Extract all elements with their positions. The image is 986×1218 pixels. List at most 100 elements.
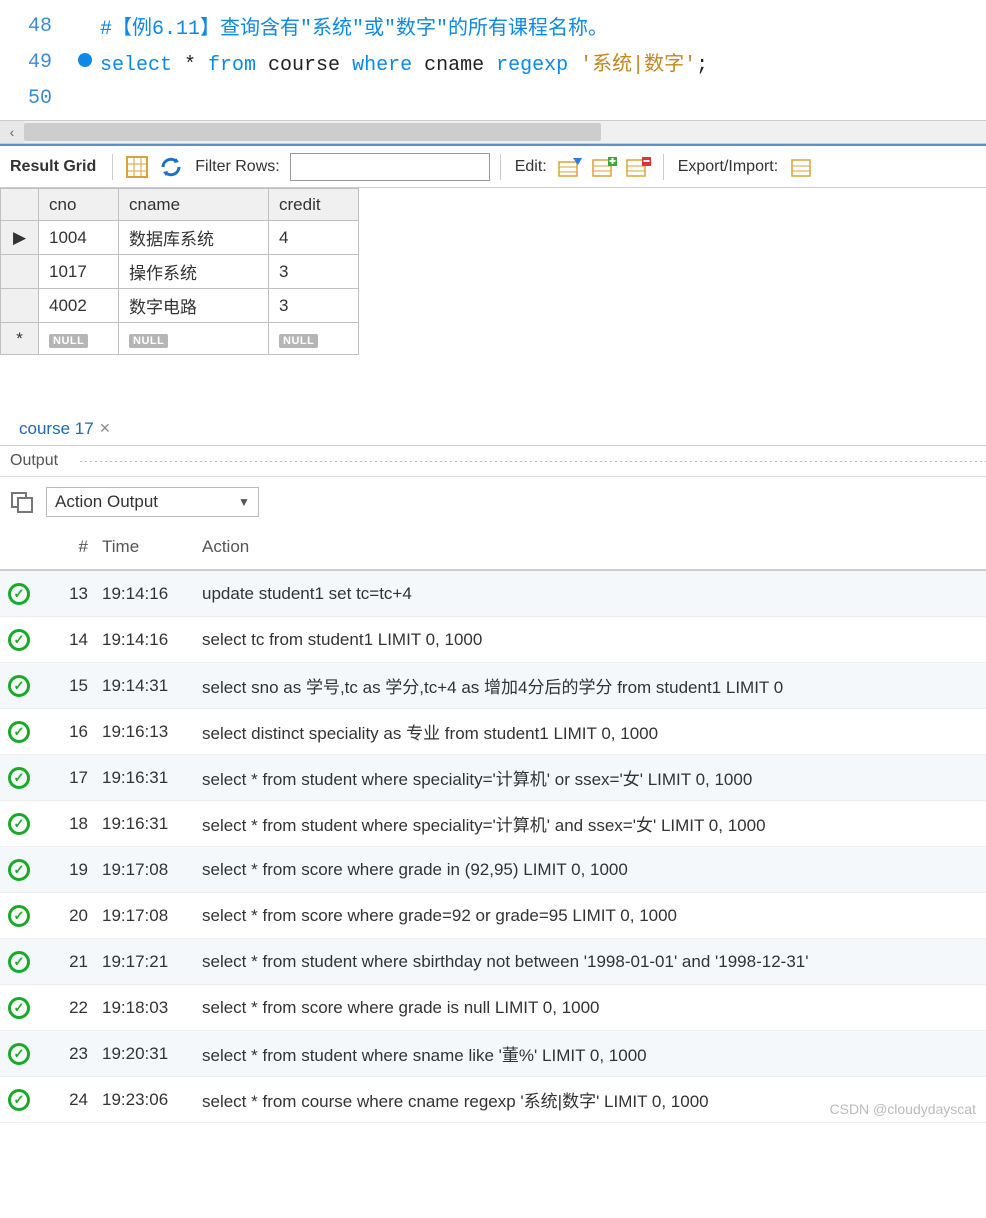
grid-view-icon[interactable] — [123, 154, 151, 180]
output-num: 20 — [38, 906, 102, 926]
output-num: 17 — [38, 768, 102, 788]
output-num: 19 — [38, 860, 102, 880]
output-time: 19:17:21 — [102, 952, 202, 972]
output-num: 14 — [38, 630, 102, 650]
code-line[interactable]: 48 #【例6.11】查询含有"系统"或"数字"的所有课程名称。 — [0, 8, 986, 44]
output-time: 19:16:31 — [102, 814, 202, 834]
dropdown-label: Action Output — [55, 492, 158, 512]
row-handle-header — [1, 189, 39, 221]
filter-rows-input[interactable] — [290, 153, 490, 181]
result-tabs: course 17 × — [0, 407, 986, 446]
code-line[interactable]: 49select * from course where cname regex… — [0, 44, 986, 80]
output-header-cell: # — [38, 537, 102, 557]
code-content[interactable]: select * from course where cname regexp … — [100, 47, 986, 77]
chevron-down-icon: ▼ — [238, 495, 250, 509]
output-action: select * from student where sbirthday no… — [202, 952, 986, 972]
row-handle[interactable] — [1, 289, 39, 323]
sql-editor[interactable]: 48 #【例6.11】查询含有"系统"或"数字"的所有课程名称。49select … — [0, 0, 986, 120]
output-action: select * from score where grade=92 or gr… — [202, 906, 986, 926]
cell[interactable]: 1004 — [39, 221, 119, 255]
edit-row-icon[interactable] — [557, 154, 585, 180]
output-time: 19:23:06 — [102, 1090, 202, 1110]
status-ok-icon: ✓ — [8, 1043, 30, 1065]
cell[interactable]: 3 — [269, 255, 359, 289]
line-number: 48 — [0, 15, 70, 38]
column-header[interactable]: cno — [39, 189, 119, 221]
null-cell[interactable]: NULL — [39, 323, 119, 355]
status-ok-icon: ✓ — [8, 767, 30, 789]
breakpoint-marker[interactable] — [70, 51, 100, 74]
edit-label: Edit: — [511, 158, 551, 176]
tab-course-17[interactable]: course 17 × — [8, 411, 121, 445]
output-action: select distinct speciality as 专业 from st… — [202, 719, 986, 744]
status-ok-icon: ✓ — [8, 997, 30, 1019]
status-ok-icon: ✓ — [8, 859, 30, 881]
output-num: 23 — [38, 1044, 102, 1064]
output-action: update student1 set tc=tc+4 — [202, 584, 986, 604]
cell[interactable]: 3 — [269, 289, 359, 323]
output-row[interactable]: ✓2319:20:31select * from student where s… — [0, 1031, 986, 1077]
cell[interactable]: 4002 — [39, 289, 119, 323]
output-row[interactable]: ✓1419:14:16select tc from student1 LIMIT… — [0, 617, 986, 663]
column-header[interactable]: credit — [269, 189, 359, 221]
column-header[interactable]: cname — [119, 189, 269, 221]
watermark: CSDN @cloudydayscat — [830, 1101, 977, 1117]
result-grid[interactable]: cnocnamecredit▶1004数据库系统41017操作系统34002数字… — [0, 188, 359, 355]
output-title: Output — [10, 452, 58, 469]
output-row[interactable]: ✓1519:14:31select sno as 学号,tc as 学分,tc+… — [0, 663, 986, 709]
status-ok-icon: ✓ — [8, 721, 30, 743]
output-num: 24 — [38, 1090, 102, 1110]
cell[interactable]: 4 — [269, 221, 359, 255]
output-action: select * from student where speciality='… — [202, 765, 986, 790]
result-toolbar: Result Grid Filter Rows: Edit: Export/Im… — [0, 144, 986, 188]
editor-scrollbar[interactable]: ‹ — [0, 120, 986, 144]
cell[interactable]: 1017 — [39, 255, 119, 289]
output-action: select * from student where sname like '… — [202, 1041, 986, 1066]
output-action: select tc from student1 LIMIT 0, 1000 — [202, 630, 986, 650]
new-row-handle[interactable]: * — [1, 323, 39, 355]
output-num: 15 — [38, 676, 102, 696]
null-cell[interactable]: NULL — [119, 323, 269, 355]
refresh-icon[interactable] — [157, 154, 185, 180]
output-row[interactable]: ✓2019:17:08select * from score where gra… — [0, 893, 986, 939]
scroll-thumb[interactable] — [24, 123, 601, 141]
output-row[interactable]: ✓1819:16:31select * from student where s… — [0, 801, 986, 847]
output-row[interactable]: ✓1919:17:08select * from score where gra… — [0, 847, 986, 893]
add-row-icon[interactable] — [591, 154, 619, 180]
output-time: 19:18:03 — [102, 998, 202, 1018]
status-ok-icon: ✓ — [8, 1089, 30, 1111]
new-row[interactable]: *NULLNULLNULL — [1, 323, 359, 355]
output-action: select * from score where grade is null … — [202, 998, 986, 1018]
code-content[interactable]: #【例6.11】查询含有"系统"或"数字"的所有课程名称。 — [100, 11, 986, 41]
output-action: select * from student where speciality='… — [202, 811, 986, 836]
cell[interactable]: 数字电路 — [119, 289, 269, 323]
output-action: select sno as 学号,tc as 学分,tc+4 as 增加4分后的… — [202, 673, 986, 698]
null-cell[interactable]: NULL — [269, 323, 359, 355]
output-row[interactable]: ✓1619:16:13select distinct speciality as… — [0, 709, 986, 755]
cell[interactable]: 数据库系统 — [119, 221, 269, 255]
output-type-dropdown[interactable]: Action Output ▼ — [46, 487, 259, 517]
output-toolbar: Action Output ▼ — [0, 477, 986, 525]
table-row[interactable]: 1017操作系统3 — [1, 255, 359, 289]
table-row[interactable]: ▶1004数据库系统4 — [1, 221, 359, 255]
scroll-left-icon[interactable]: ‹ — [0, 121, 24, 143]
output-row[interactable]: ✓2219:18:03select * from score where gra… — [0, 985, 986, 1031]
export-icon[interactable] — [788, 154, 816, 180]
output-row[interactable]: ✓2119:17:21select * from student where s… — [0, 939, 986, 985]
output-num: 18 — [38, 814, 102, 834]
table-row[interactable]: 4002数字电路3 — [1, 289, 359, 323]
delete-row-icon[interactable] — [625, 154, 653, 180]
result-grid-label: Result Grid — [4, 158, 102, 176]
code-line[interactable]: 50 — [0, 80, 986, 116]
row-handle[interactable] — [1, 255, 39, 289]
output-time: 19:17:08 — [102, 860, 202, 880]
copy-icon[interactable] — [8, 490, 36, 514]
close-tab-icon[interactable]: × — [100, 418, 111, 439]
row-handle[interactable]: ▶ — [1, 221, 39, 255]
output-num: 13 — [38, 584, 102, 604]
output-row[interactable]: ✓1719:16:31select * from student where s… — [0, 755, 986, 801]
output-row[interactable]: ✓1319:14:16update student1 set tc=tc+4 — [0, 571, 986, 617]
scroll-track[interactable] — [24, 121, 986, 143]
status-ok-icon: ✓ — [8, 629, 30, 651]
cell[interactable]: 操作系统 — [119, 255, 269, 289]
